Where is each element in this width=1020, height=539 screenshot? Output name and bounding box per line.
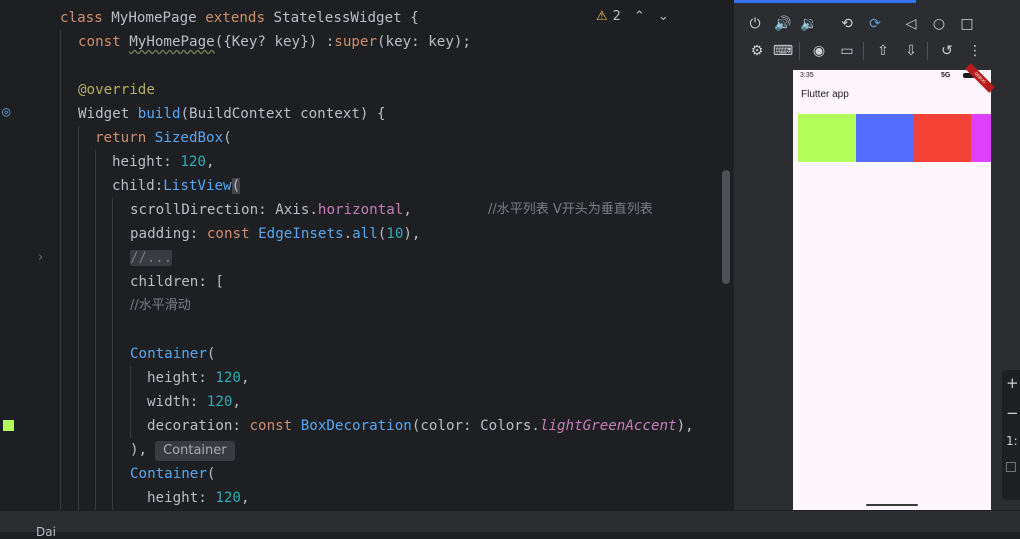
device-screen[interactable]: 3:35 5G DEBUG Flutter app bbox=[793, 63, 995, 510]
code-line: @override bbox=[78, 82, 155, 98]
code-line: padding: const EdgeInsets.all(10), bbox=[130, 226, 421, 242]
fold-chevron-icon[interactable]: › bbox=[38, 250, 43, 265]
code-line: width: 120, bbox=[147, 394, 241, 410]
app-bar-title: Flutter app bbox=[801, 89, 849, 100]
code-line: child:ListView( bbox=[112, 178, 241, 194]
status-network: 5G bbox=[941, 72, 951, 79]
code-line: Widget build(BuildContext context) { bbox=[78, 106, 386, 122]
phone-status-bar: 3:35 5G bbox=[793, 70, 991, 82]
zoom-controls: + − 1: bbox=[1002, 370, 1020, 500]
zoom-out-icon[interactable]: − bbox=[1006, 404, 1019, 422]
code-line: const MyHomePage({Key? key}) :super(key:… bbox=[78, 34, 471, 50]
upload-icon[interactable]: ⇧ bbox=[872, 40, 894, 62]
code-line: ), Container bbox=[130, 438, 235, 462]
code-line: children: [ bbox=[130, 274, 224, 290]
editor-gutter: ◎ › bbox=[0, 0, 58, 510]
more-options-icon[interactable]: ⋮ bbox=[964, 40, 986, 62]
home-icon[interactable]: ○ bbox=[928, 13, 950, 35]
code-line: Container( bbox=[130, 466, 216, 482]
folded-code[interactable]: //... bbox=[130, 246, 173, 270]
download-icon[interactable]: ⇩ bbox=[900, 40, 922, 62]
color-swatch-icon[interactable] bbox=[3, 420, 14, 431]
inspection-widget[interactable]: ⚠ 2 ⌃ ⌄ bbox=[596, 9, 669, 24]
list-item-box bbox=[913, 114, 971, 162]
record-icon[interactable]: ▭ bbox=[836, 40, 858, 62]
device-settings-icon[interactable]: ⚙ bbox=[746, 40, 768, 62]
camera-icon[interactable]: ◉ bbox=[808, 40, 830, 62]
back-icon[interactable]: ◁ bbox=[900, 13, 922, 35]
actual-size-button[interactable]: 1: bbox=[1006, 434, 1018, 448]
chevron-up-icon[interactable]: ⌃ bbox=[634, 9, 645, 24]
code-line: decoration: const BoxDecoration(color: C… bbox=[147, 418, 694, 434]
volume-up-icon[interactable]: 🔊 bbox=[772, 13, 794, 35]
running-devices-panel: ⏻ 🔊 🔉 ⟲ ⟳ ◁ ○ □ ⚙ ⌨ ◉ ▭ ⇧ ⇩ ↺ ⋮ 3:35 5G … bbox=[734, 0, 1020, 510]
warning-count: 2 bbox=[612, 9, 621, 24]
list-item-box bbox=[970, 114, 991, 162]
override-marker-icon[interactable]: ◎ bbox=[2, 104, 10, 120]
active-device-tab[interactable] bbox=[734, 0, 916, 3]
list-item-box bbox=[855, 114, 913, 162]
chevron-down-icon[interactable]: ⌄ bbox=[658, 9, 669, 24]
code-comment: //水平滑动 bbox=[130, 298, 191, 313]
keyboard-icon[interactable]: ⌨ bbox=[772, 40, 794, 62]
overview-icon[interactable]: □ bbox=[956, 13, 978, 35]
code-editor[interactable]: class MyHomePage extends StatelessWidget… bbox=[58, 0, 732, 510]
list-item-box bbox=[798, 114, 856, 162]
rotate-right-icon[interactable]: ⟳ bbox=[864, 13, 886, 35]
code-line: height: 120, bbox=[112, 154, 215, 170]
code-line: class MyHomePage extends StatelessWidget… bbox=[60, 10, 419, 26]
code-line: height: 120, bbox=[147, 370, 250, 386]
tool-window-label[interactable]: Dai bbox=[36, 525, 56, 539]
editor-scrollbar[interactable] bbox=[722, 170, 730, 284]
closing-label-hint: Container bbox=[155, 441, 235, 461]
bottom-tool-bar: Dai bbox=[0, 510, 1020, 539]
code-line: height: 120, bbox=[147, 490, 250, 506]
warning-icon: ⚠ bbox=[596, 9, 608, 24]
gesture-bar[interactable] bbox=[866, 504, 918, 506]
zoom-in-icon[interactable]: + bbox=[1006, 374, 1019, 392]
status-time: 3:35 bbox=[800, 72, 814, 79]
volume-down-icon[interactable]: 🔉 bbox=[798, 13, 820, 35]
horizontal-list[interactable] bbox=[798, 114, 991, 162]
fit-screen-icon[interactable] bbox=[1006, 462, 1016, 472]
power-icon[interactable]: ⏻ bbox=[744, 13, 766, 35]
code-line: return SizedBox( bbox=[95, 130, 232, 146]
code-comment: //水平列表 V开头为垂直列表 bbox=[488, 202, 653, 217]
rotate-left-icon[interactable]: ⟲ bbox=[836, 13, 858, 35]
reset-icon[interactable]: ↺ bbox=[936, 40, 958, 62]
code-line: scrollDirection: Axis.horizontal, bbox=[130, 202, 412, 218]
code-line: Container( bbox=[130, 346, 216, 362]
